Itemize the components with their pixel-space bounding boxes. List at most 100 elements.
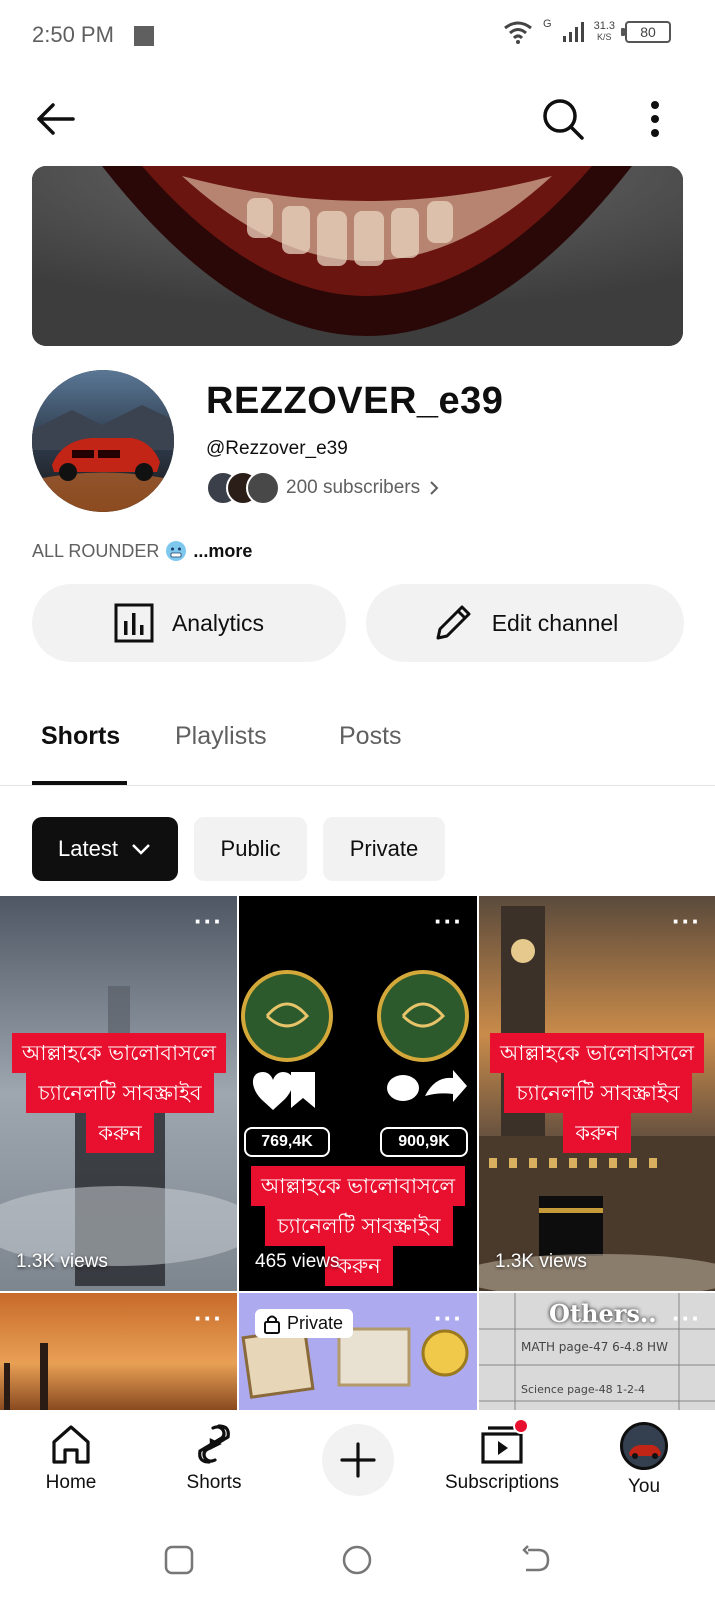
status-bar: 2:50 PM G 31.3 K/S 80	[0, 0, 715, 72]
chip-latest[interactable]: Latest	[32, 817, 178, 881]
edit-channel-label: Edit channel	[491, 609, 619, 636]
active-tab-indicator	[32, 781, 127, 785]
status-time: 2:50 PM	[32, 22, 114, 47]
more-horizontal-icon[interactable]: ···	[434, 1305, 463, 1331]
subscriptions-icon-wrap	[479, 1418, 529, 1466]
thumbnail-caption: আল্লাহকে ভালোবাসলে	[490, 1033, 704, 1073]
cold-face-emoji-icon	[166, 541, 187, 561]
car-avatar-image	[32, 370, 174, 512]
more-options-button[interactable]	[640, 92, 670, 146]
short-thumbnail[interactable]: Private ···	[239, 1293, 477, 1410]
tab-playlists[interactable]: Playlists	[175, 722, 267, 751]
channel-title: REZZOVER_e39	[206, 380, 504, 422]
channel-description[interactable]: ALL ROUNDER ...more	[32, 540, 252, 562]
chevron-down-icon	[132, 844, 150, 855]
private-label: Private	[287, 1313, 344, 1333]
thumbnail-caption: করুন	[86, 1113, 154, 1153]
subscriber-count: 200 subscribers	[286, 477, 421, 498]
channel-handle: @Rezzover_e39	[206, 438, 348, 459]
recent-apps-icon[interactable]	[163, 1544, 195, 1576]
net-speed-unit: K/S	[597, 32, 612, 42]
status-indicators: G 31.3 K/S 80	[503, 18, 671, 44]
more-horizontal-icon[interactable]: ···	[672, 1305, 701, 1331]
view-count: 1.3K views	[495, 1251, 587, 1272]
chip-public-label: Public	[220, 836, 281, 861]
nav-you[interactable]: You	[618, 1422, 670, 1498]
chip-private-label: Private	[349, 836, 419, 861]
create-button[interactable]	[322, 1424, 394, 1496]
more-horizontal-icon[interactable]: ···	[194, 1305, 223, 1331]
comment-count: 900,9K	[398, 1133, 450, 1150]
short-thumbnail[interactable]: MATH page-47 6-4.8 HW Science page-48 1-…	[479, 1293, 715, 1410]
stop-icon	[134, 26, 154, 46]
shorts-icon	[198, 1424, 230, 1464]
channel-banner[interactable]	[32, 166, 683, 346]
notification-dot	[513, 1418, 529, 1434]
back-system-icon[interactable]	[520, 1544, 552, 1576]
pencil-icon	[436, 605, 471, 640]
top-app-bar	[0, 84, 715, 154]
thumbnail-caption: করুন	[563, 1113, 631, 1153]
caption-line: আল্লাহকে ভালোবাসলে	[21, 1041, 216, 1065]
wifi-icon	[504, 21, 532, 44]
nav-subscriptions[interactable]: Subscriptions	[440, 1418, 564, 1494]
tab-shorts[interactable]: Shorts	[41, 722, 120, 751]
short-thumbnail[interactable]: ··· আল্লাহকে ভালোবাসলে চ্যানেলটি সাবস্ক্…	[0, 896, 237, 1291]
overlay-text: Others..	[549, 1299, 657, 1328]
bottom-navigation: Home Shorts Subscriptions You	[0, 1410, 715, 1522]
net-speed: 31.3 K/S	[594, 21, 615, 43]
signal-icon	[562, 22, 584, 42]
you-avatar	[620, 1422, 668, 1470]
thumbnail-caption: আল্লাহকে ভালোবাসলে	[251, 1166, 465, 1206]
edit-channel-button[interactable]: Edit channel	[366, 584, 684, 662]
short-thumbnail[interactable]: 769,4K 900,9K ··· আল্লাহকে ভালোবাসলে চ্য…	[239, 896, 477, 1291]
short-thumbnail[interactable]: ···	[0, 1293, 237, 1410]
nav-home-label: Home	[45, 1472, 97, 1493]
system-navigation-bar	[0, 1522, 715, 1600]
nav-you-label: You	[627, 1476, 661, 1497]
tab-posts[interactable]: Posts	[339, 722, 402, 751]
thumbnail-caption: চ্যানেলটি সাবস্ক্রাইব	[265, 1206, 453, 1246]
battery-level: 80	[640, 24, 656, 40]
net-speed-value: 31.3	[593, 20, 615, 32]
network-type: G	[543, 18, 552, 30]
home-circle-icon[interactable]	[341, 1544, 373, 1576]
search-button[interactable]	[536, 92, 590, 146]
caption-line: করুন	[98, 1121, 142, 1145]
search-icon	[543, 99, 584, 140]
analytics-label: Analytics	[171, 609, 265, 636]
subscriber-avatars	[206, 471, 280, 505]
chip-public[interactable]: Public	[194, 817, 307, 881]
back-button[interactable]	[30, 94, 80, 144]
short-thumbnail[interactable]: ··· আল্লাহকে ভালোবাসলে চ্যানেলটি সাবস্ক্…	[479, 896, 715, 1291]
more-link[interactable]: ...more	[193, 541, 252, 562]
analytics-button[interactable]: Analytics	[32, 584, 346, 662]
like-count: 769,4K	[261, 1133, 313, 1150]
view-count: 465 views	[255, 1251, 340, 1272]
nav-shorts[interactable]: Shorts	[178, 1422, 250, 1494]
svg-text:MATH page-47 6-4.8 HW: MATH page-47 6-4.8 HW	[521, 1340, 668, 1354]
subscribers-row[interactable]: 200 subscribers	[206, 470, 442, 506]
banner-image	[32, 166, 683, 346]
channel-tabs: Shorts Playlists Posts	[0, 700, 715, 786]
caption-line: আল্লাহকে ভালোবাসলে	[260, 1174, 455, 1198]
svg-text:Science page-48 1-2-4: Science page-48 1-2-4	[521, 1383, 645, 1396]
nav-subscriptions-label: Subscriptions	[444, 1472, 560, 1493]
more-vertical-icon	[651, 101, 659, 137]
caption-line: চ্যানেলটি সাবস্ক্রাইব	[277, 1214, 441, 1238]
more-horizontal-icon[interactable]: ···	[672, 908, 701, 934]
chip-private[interactable]: Private	[323, 817, 445, 881]
chevron-right-icon	[430, 481, 439, 495]
caption-line: করুন	[575, 1121, 619, 1145]
more-horizontal-icon[interactable]: ···	[194, 908, 223, 934]
nav-home[interactable]: Home	[38, 1422, 104, 1494]
more-horizontal-icon[interactable]: ···	[434, 908, 463, 934]
battery-icon: 80	[621, 21, 671, 43]
private-badge: Private	[255, 1309, 354, 1338]
view-count: 1.3K views	[16, 1251, 108, 1272]
analytics-icon	[114, 603, 154, 643]
thumbnail-caption: চ্যানেলটি সাবস্ক্রাইব	[504, 1073, 692, 1113]
channel-avatar[interactable]	[32, 370, 174, 512]
thumbnail-caption: চ্যানেলটি সাবস্ক্রাইব	[26, 1073, 214, 1113]
caption-line: আল্লাহকে ভালোবাসলে	[499, 1041, 694, 1065]
